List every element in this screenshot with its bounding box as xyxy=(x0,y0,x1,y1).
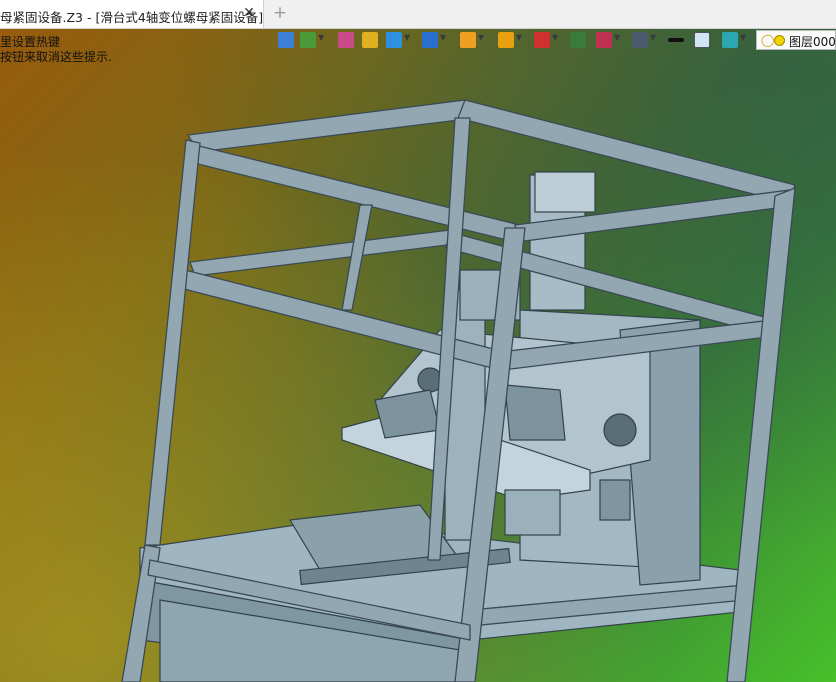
cube-icon xyxy=(386,32,402,48)
plate-hole xyxy=(603,413,637,447)
top-rail-back xyxy=(186,99,477,153)
import-icon xyxy=(278,32,294,48)
top-rail-right xyxy=(457,99,796,204)
display-style-icon xyxy=(460,32,476,48)
top-rail-front xyxy=(189,144,521,243)
fixture-right xyxy=(504,384,566,441)
new-tab-icon[interactable]: + xyxy=(272,5,288,22)
layer-stack-icon xyxy=(722,32,738,48)
bulb-icon: ◯ xyxy=(761,33,775,47)
layer-stack-button[interactable]: ▼ xyxy=(722,31,748,49)
chevron-down-icon[interactable]: ▼ xyxy=(516,33,522,42)
chevron-down-icon[interactable]: ▼ xyxy=(440,33,446,42)
zoom-button[interactable]: ▼ xyxy=(498,31,524,49)
post-front-left xyxy=(144,139,201,546)
line-color-icon xyxy=(668,38,684,42)
3d-viewport[interactable] xyxy=(0,0,836,682)
chevron-down-icon[interactable]: ▼ xyxy=(318,33,324,42)
cube-button[interactable]: ▼ xyxy=(386,31,412,49)
layer-name: 图层0000 xyxy=(789,35,836,49)
chevron-down-icon[interactable]: ▼ xyxy=(478,33,484,42)
post-right xyxy=(726,186,796,682)
monitor-icon xyxy=(632,32,648,48)
mid-rail-back xyxy=(189,229,456,277)
dimension-button[interactable]: ▼ xyxy=(596,31,622,49)
box-shape-icon xyxy=(362,32,378,48)
import-button[interactable] xyxy=(278,31,296,49)
chevron-down-icon[interactable]: ▼ xyxy=(614,33,620,42)
axis-button[interactable]: ▼ xyxy=(534,31,560,49)
cylinder-cap xyxy=(534,171,596,213)
layer-select[interactable]: ◯ 图层0000 xyxy=(756,30,836,50)
document-tab[interactable]: 母紧固设备.Z3 - [滑台式4轴变位螺母紧固设备] ✕ xyxy=(0,0,264,28)
pen-icon xyxy=(338,32,354,48)
chevron-down-icon[interactable]: ▼ xyxy=(740,33,746,42)
pen-button[interactable] xyxy=(338,31,356,49)
assembly-button[interactable]: ▼ xyxy=(300,31,326,49)
side-rail xyxy=(599,479,631,521)
chevron-down-icon[interactable]: ▼ xyxy=(404,33,410,42)
layer-color-icon xyxy=(774,35,785,46)
display-style-button[interactable]: ▼ xyxy=(460,31,486,49)
assembly-icon xyxy=(300,32,316,48)
part-button[interactable]: ▼ xyxy=(422,31,448,49)
view-button[interactable] xyxy=(570,31,588,49)
box-shape-button[interactable] xyxy=(362,31,380,49)
part-icon xyxy=(422,32,438,48)
hint-line-2: 按钮来取消这些提示. xyxy=(0,50,112,64)
close-tab-icon[interactable]: ✕ xyxy=(242,5,256,21)
chevron-down-icon[interactable]: ▼ xyxy=(650,33,656,42)
axis-icon xyxy=(534,32,550,48)
view-icon xyxy=(570,32,586,48)
zoom-icon xyxy=(498,32,514,48)
document-tab-title: 母紧固设备.Z3 - [滑台式4轴变位螺母紧固设备] xyxy=(0,10,264,25)
monitor-button[interactable]: ▼ xyxy=(632,31,658,49)
guide-block xyxy=(504,489,561,536)
document-tab-bar: 母紧固设备.Z3 - [滑台式4轴变位螺母紧固设备] ✕ + xyxy=(0,0,836,29)
line-color-button[interactable] xyxy=(668,31,686,49)
view-toolbar: ▼ ▼ ▼ ▼ ▼ ▼ ▼ ▼ ▼ ◯ 图层0000 xyxy=(270,28,836,52)
fill-color-icon xyxy=(694,32,710,48)
fill-color-button[interactable] xyxy=(694,31,712,49)
chevron-down-icon[interactable]: ▼ xyxy=(552,33,558,42)
dimension-icon xyxy=(596,32,612,48)
cad-model[interactable] xyxy=(0,0,836,682)
